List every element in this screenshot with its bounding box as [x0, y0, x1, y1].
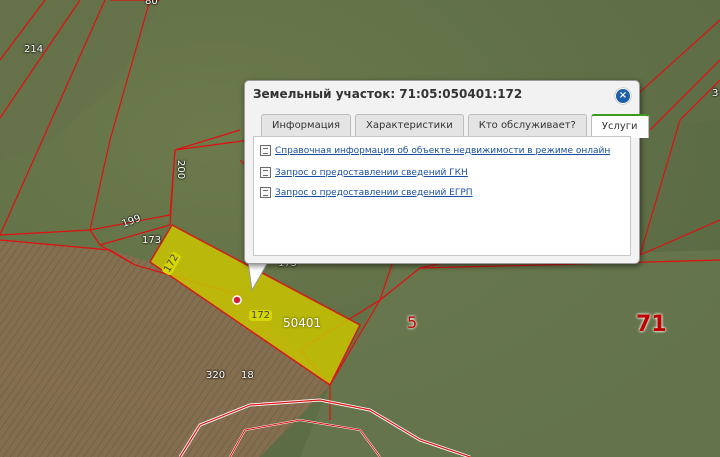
document-icon — [260, 145, 271, 156]
parcel-label-173: 173 — [142, 235, 162, 246]
block-label-50401: 50401 — [283, 316, 322, 330]
parcel-label-80: 80 — [145, 0, 158, 7]
service-link-row[interactable]: Запрос о предоставлении сведений ЕГРП — [260, 187, 473, 198]
tab-who-serves[interactable]: Кто обслуживает? — [467, 114, 587, 136]
document-icon — [260, 187, 271, 198]
region-label-71: 71 — [636, 312, 667, 337]
egrp-request-link[interactable]: Запрос о предоставлении сведений ЕГРП — [275, 188, 473, 198]
gkn-request-link[interactable]: Запрос о предоставлении сведений ГКН — [275, 168, 468, 178]
close-icon[interactable]: × — [615, 88, 631, 104]
service-link-row[interactable]: Запрос о предоставлении сведений ГКН — [260, 167, 468, 178]
parcel-label-172-b: 172 — [249, 310, 273, 321]
district-label-5: 5 — [407, 313, 418, 332]
parcel-label-18: 18 — [241, 370, 254, 381]
location-marker-icon[interactable] — [232, 295, 242, 305]
parcel-info-popup: Земельный участок: 71:05:050401:172 × Ин… — [244, 80, 649, 264]
popup-title: Земельный участок: 71:05:050401:172 — [253, 87, 523, 101]
services-panel: Справочная информация об объекте недвижи… — [253, 136, 631, 256]
tab-services[interactable]: Услуги — [590, 114, 649, 138]
popup-tabs: Информация Характеристики Кто обслуживае… — [261, 114, 653, 138]
parcel-label-214: 214 — [24, 44, 44, 55]
tab-characteristics[interactable]: Характеристики — [355, 114, 464, 136]
online-info-link[interactable]: Справочная информация об объекте недвижи… — [275, 146, 610, 156]
tab-information[interactable]: Информация — [261, 114, 352, 136]
document-icon — [260, 167, 271, 178]
parcel-label-right-edge: 3 — [712, 88, 719, 99]
service-link-row[interactable]: Справочная информация об объекте недвижи… — [260, 145, 610, 156]
parcel-label-200: 200 — [175, 160, 186, 180]
parcel-label-320: 320 — [206, 370, 226, 381]
